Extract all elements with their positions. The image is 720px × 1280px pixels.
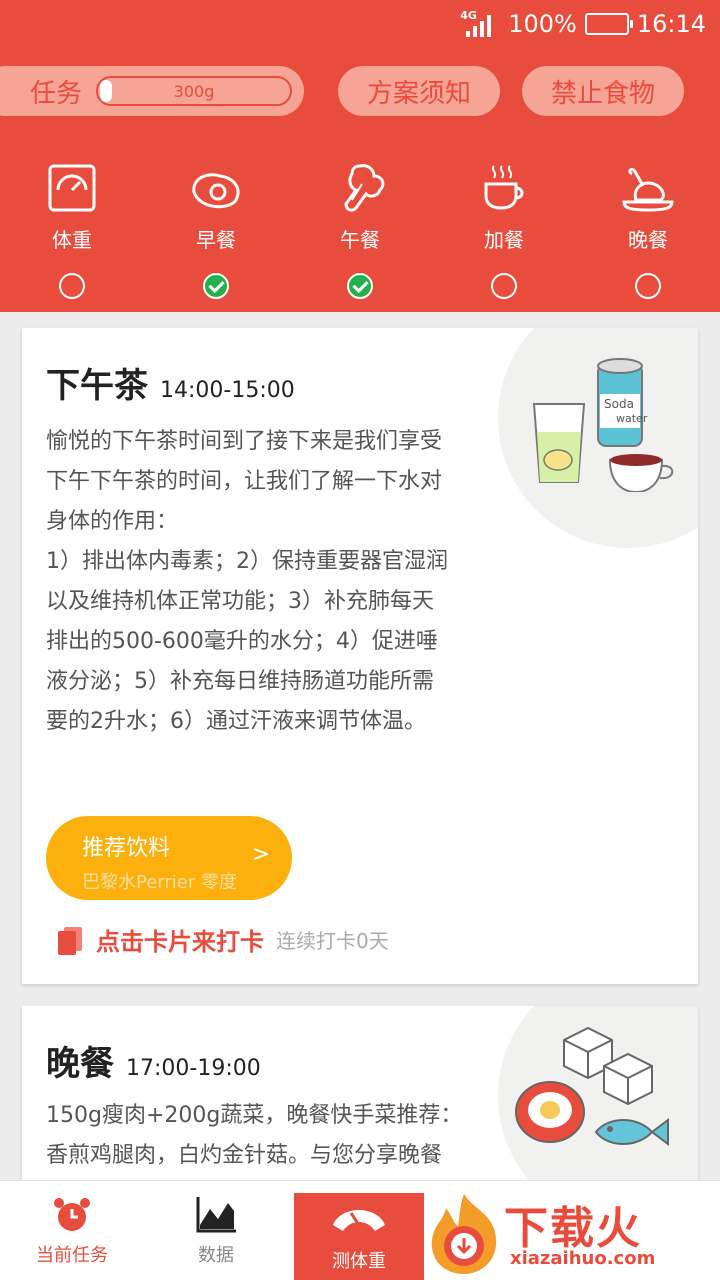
meal-tab-lunch[interactable]: 午餐 xyxy=(300,158,420,299)
scale-icon xyxy=(48,164,96,212)
card-time: 14:00-15:00 xyxy=(160,378,295,403)
meal-tab-dinner[interactable]: 晚餐 xyxy=(588,158,708,299)
can-label-soda: Soda xyxy=(604,397,634,411)
meal-check-done[interactable] xyxy=(203,273,229,299)
chevron-right-icon: > xyxy=(251,842,270,867)
meal-tab-label: 晚餐 xyxy=(628,228,668,252)
card-title: 晚餐 xyxy=(46,1044,114,1084)
chart-icon xyxy=(196,1197,236,1233)
afternoon-tea-card[interactable]: Soda water 下午茶 14:00-15:00 愉悦的下午茶时间到了接下来… xyxy=(22,328,698,984)
card-time: 17:00-19:00 xyxy=(126,1056,261,1081)
coffee-cup-icon xyxy=(484,165,524,210)
status-bar: 4G 100% 16:14 xyxy=(0,0,720,50)
task-pill[interactable]: 任务 300g xyxy=(0,66,304,116)
meal-tab-snack[interactable]: 加餐 xyxy=(444,158,564,299)
card-description: 愉悦的下午茶时间到了接下来是我们享受 下午下午茶的时间，让我们了解一下水对 身体… xyxy=(46,429,448,734)
plan-notice-button[interactable]: 方案须知 xyxy=(338,66,500,116)
checkin-streak: 连续打卡0天 xyxy=(276,929,389,953)
nav-current-task[interactable]: 当前任务 xyxy=(0,1181,144,1280)
watermark-url: xiazaihuo.com xyxy=(510,1248,656,1269)
forbidden-food-button[interactable]: 禁止食物 xyxy=(522,66,684,116)
clock: 16:14 xyxy=(636,10,706,38)
signal-icon: 4G xyxy=(460,9,500,37)
meal-tab-label: 加餐 xyxy=(484,228,524,252)
meal-tab-label: 午餐 xyxy=(340,228,380,252)
alarm-clock-icon xyxy=(54,1198,90,1231)
checkin-row[interactable]: 点击卡片来打卡 连续打卡0天 xyxy=(56,922,389,957)
battery-icon xyxy=(584,13,633,35)
fried-egg-icon xyxy=(192,173,240,209)
nav-label: 数据 xyxy=(198,1245,234,1266)
battery-percent: 100% xyxy=(508,10,577,38)
drink-button-subtitle: 巴黎水Perrier 零度 xyxy=(82,872,237,893)
cards-icon xyxy=(58,926,82,955)
dinner-illustration xyxy=(515,1026,669,1146)
meal-tab-weight[interactable]: 体重 xyxy=(12,158,132,299)
header: 4G 100% 16:14 任务 300g 方案须知 禁止食物 体重 早餐 午餐… xyxy=(0,0,720,312)
meal-check-circle[interactable] xyxy=(59,273,85,299)
watermark-title: 下载火 xyxy=(504,1203,642,1254)
watermark: 下载火 xiazaihuo.com xyxy=(424,1186,720,1280)
meal-check-circle[interactable] xyxy=(491,273,517,299)
task-progress-bar: 300g xyxy=(96,76,293,106)
card-title: 下午茶 xyxy=(46,366,148,406)
meal-check-circle[interactable] xyxy=(635,273,661,299)
flame-logo-icon xyxy=(431,1194,497,1274)
meal-tab-label: 早餐 xyxy=(196,228,236,252)
nav-label: 测体重 xyxy=(332,1251,386,1272)
dinner-card[interactable]: 晚餐 17:00-19:00 150g瘦肉+200g蔬菜，晚餐快手菜推荐： 香煎… xyxy=(22,1006,698,1206)
drinks-illustration: Soda water xyxy=(532,358,674,492)
recommended-drink-button[interactable]: 推荐饮料 巴黎水Perrier 零度 > xyxy=(46,816,292,900)
card-description: 150g瘦肉+200g蔬菜，晚餐快手菜推荐： 香煎鸡腿肉，白灼金针菇。与您分享晚… xyxy=(46,1103,463,1168)
can-label-water: water xyxy=(616,412,648,425)
nav-data[interactable]: 数据 xyxy=(144,1181,288,1280)
nav-label: 当前任务 xyxy=(36,1245,108,1266)
roast-chicken-icon xyxy=(622,168,674,212)
meal-tab-breakfast[interactable]: 早餐 xyxy=(156,158,276,299)
weighing-scale-icon xyxy=(333,1210,385,1231)
broccoli-icon xyxy=(344,164,385,212)
task-progress-fill xyxy=(100,80,113,102)
task-label: 任务 xyxy=(30,78,83,109)
meal-check-done[interactable] xyxy=(347,273,373,299)
task-progress-text: 300g xyxy=(173,81,215,101)
nav-weigh[interactable]: 测体重 xyxy=(294,1193,424,1280)
checkin-prompt[interactable]: 点击卡片来打卡 xyxy=(96,922,264,957)
meal-tab-label: 体重 xyxy=(52,228,92,252)
